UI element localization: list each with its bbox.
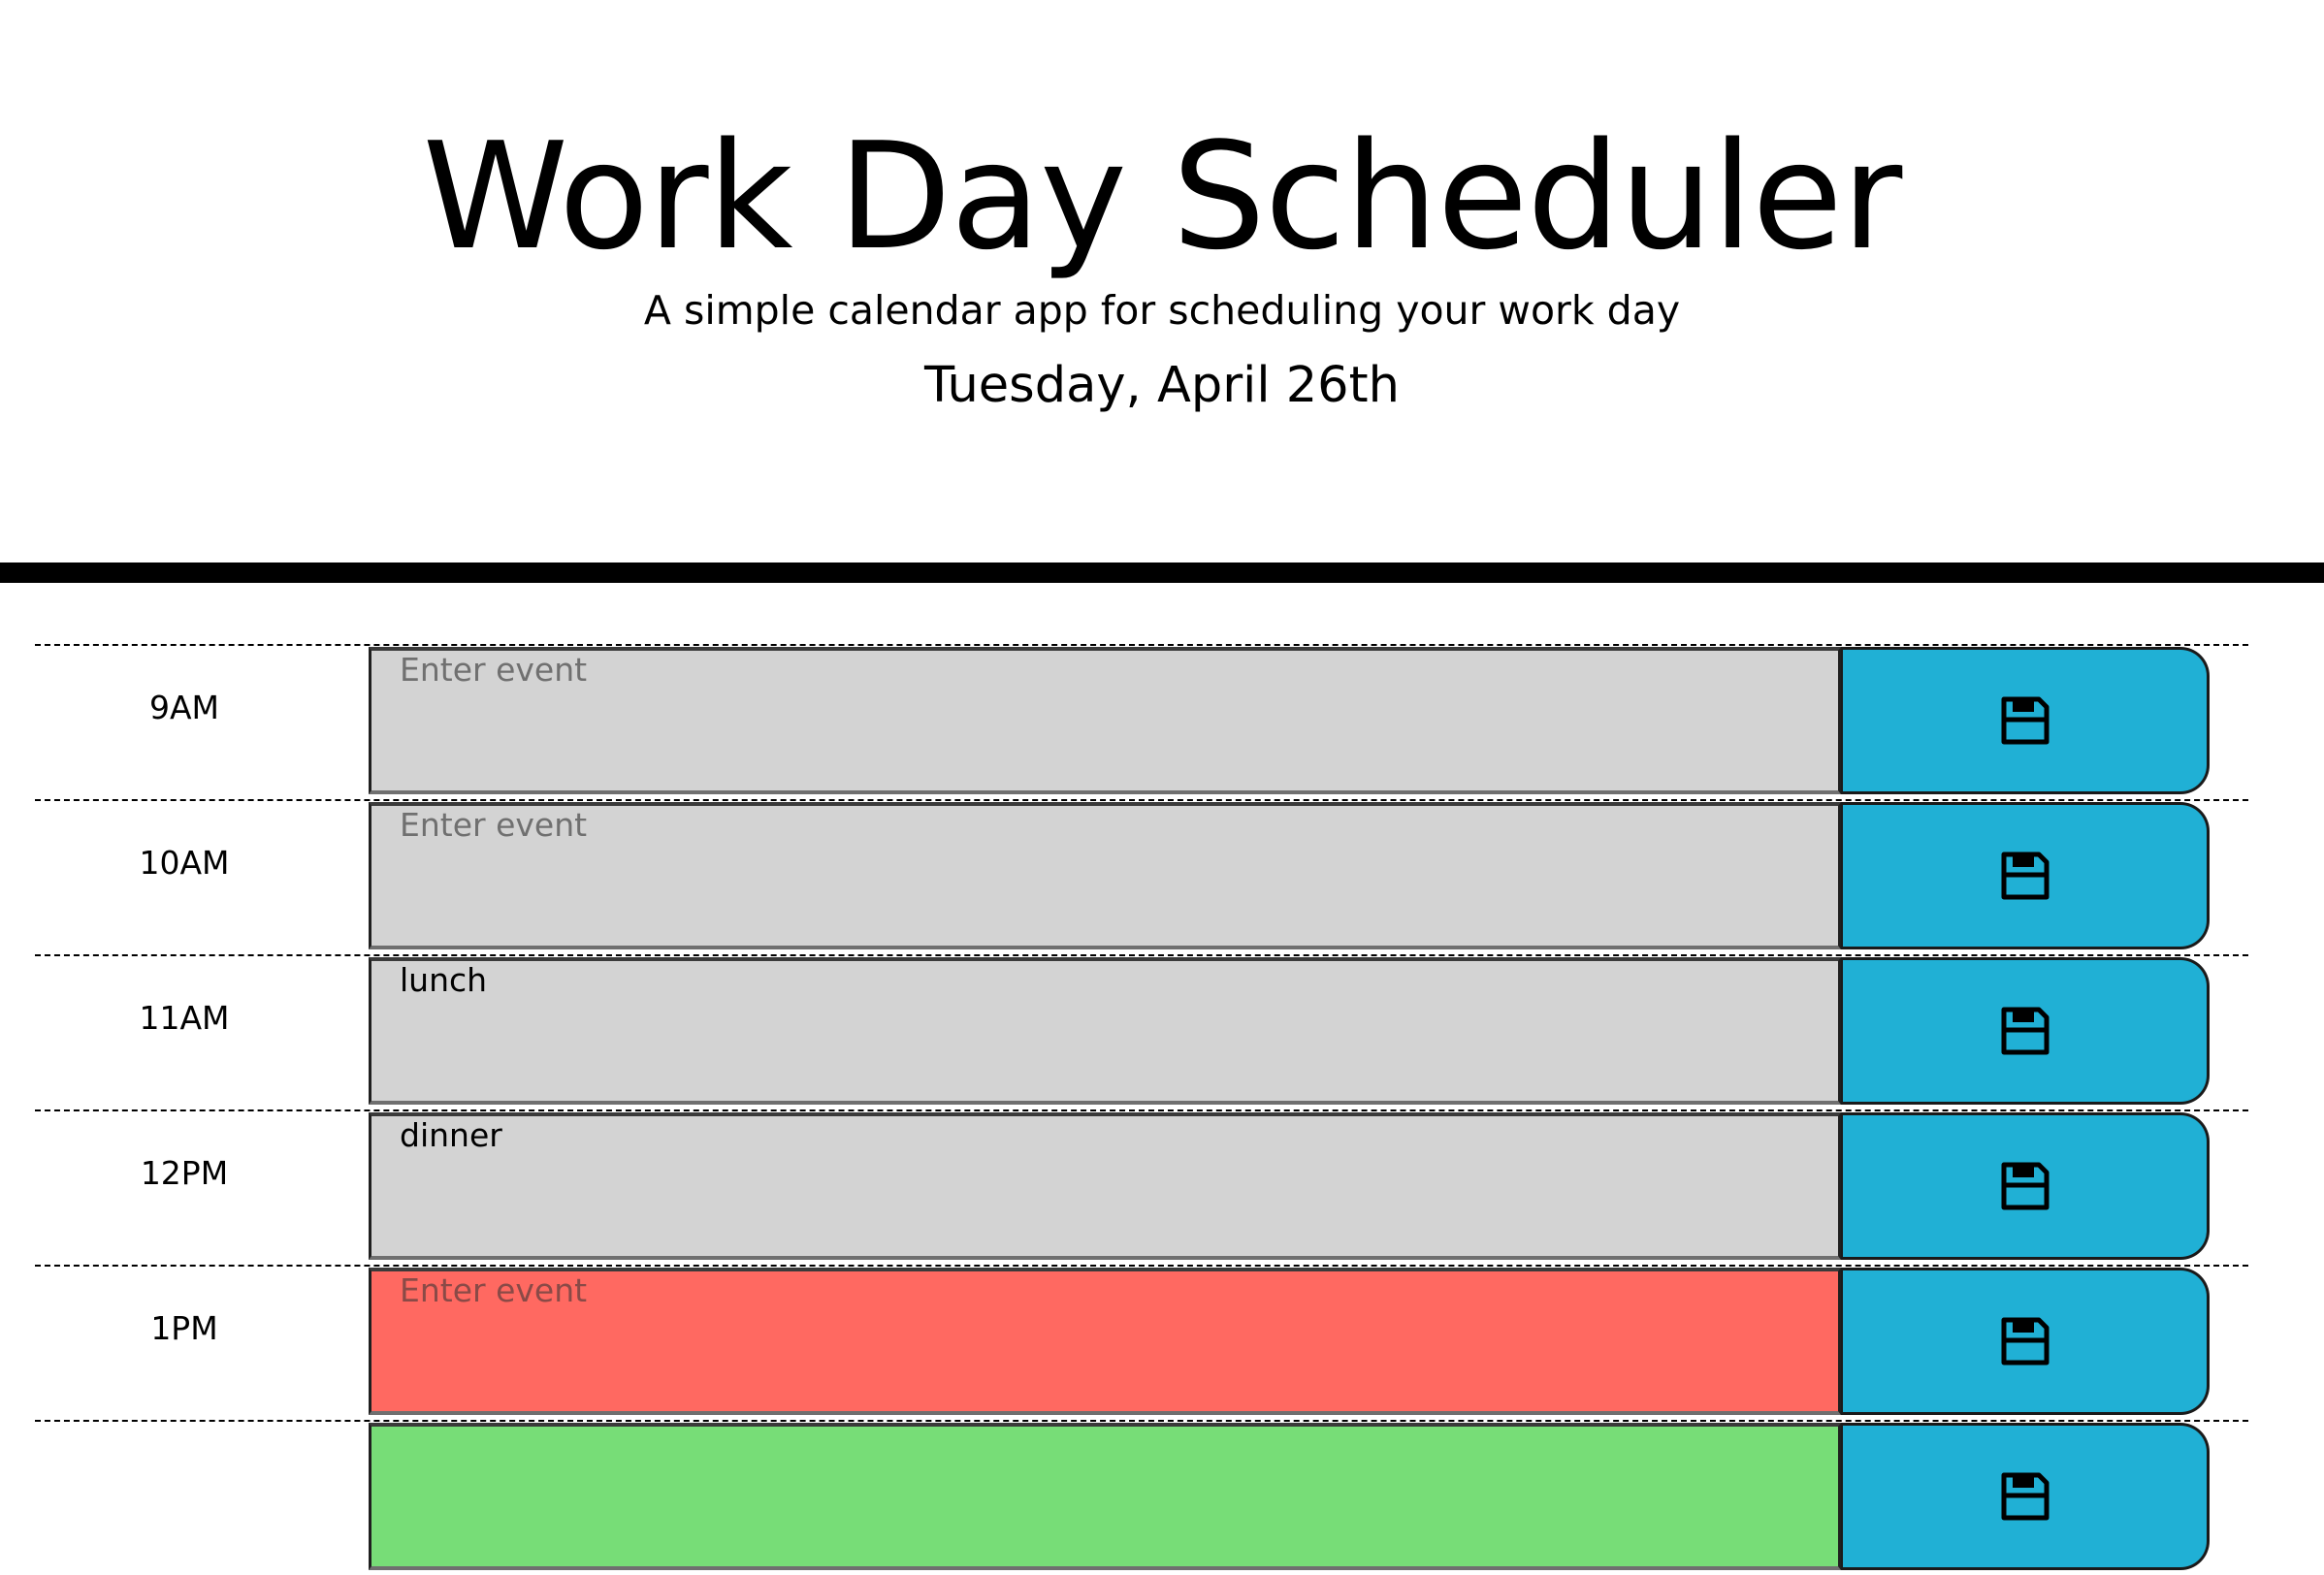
header-divider [0,562,2324,583]
save-button[interactable] [1841,647,2210,794]
event-input[interactable] [369,1112,1841,1260]
floppy-disk-icon [2001,1472,2049,1521]
save-button[interactable] [1841,957,2210,1105]
floppy-disk-icon [2001,1317,2049,1366]
event-input[interactable] [369,647,1841,794]
hour-label: 10AM [139,844,230,882]
time-block: 11AM [35,954,2248,1109]
hour-label: 12PM [140,1154,229,1192]
page-header: Work Day Scheduler A simple calendar app… [0,0,2324,562]
schedule-container: 9AM 10AM 11AM [35,644,2248,1575]
page-title: Work Day Scheduler [422,111,1903,282]
hour-label [35,1420,369,1575]
floppy-disk-icon [2001,1162,2049,1210]
floppy-disk-icon [2001,852,2049,900]
save-button[interactable] [1841,1268,2210,1415]
save-button[interactable] [1841,1112,2210,1260]
hour-label: 1PM [150,1309,218,1347]
save-button[interactable] [1841,1423,2210,1570]
event-input[interactable] [369,957,1841,1105]
current-day: Tuesday, April 26th [924,357,1400,414]
time-block: 1PM [35,1265,2248,1420]
floppy-disk-icon [2001,696,2049,745]
time-block: 10AM [35,799,2248,954]
event-input[interactable] [369,802,1841,949]
page-subtitle: A simple calendar app for scheduling you… [643,287,1681,334]
hour-label: 11AM [139,999,230,1037]
time-block [35,1420,2248,1575]
time-block: 9AM [35,644,2248,799]
floppy-disk-icon [2001,1007,2049,1055]
time-block: 12PM [35,1109,2248,1265]
hour-label: 9AM [148,689,220,726]
event-input[interactable] [369,1423,1841,1570]
save-button[interactable] [1841,802,2210,949]
event-input[interactable] [369,1268,1841,1415]
